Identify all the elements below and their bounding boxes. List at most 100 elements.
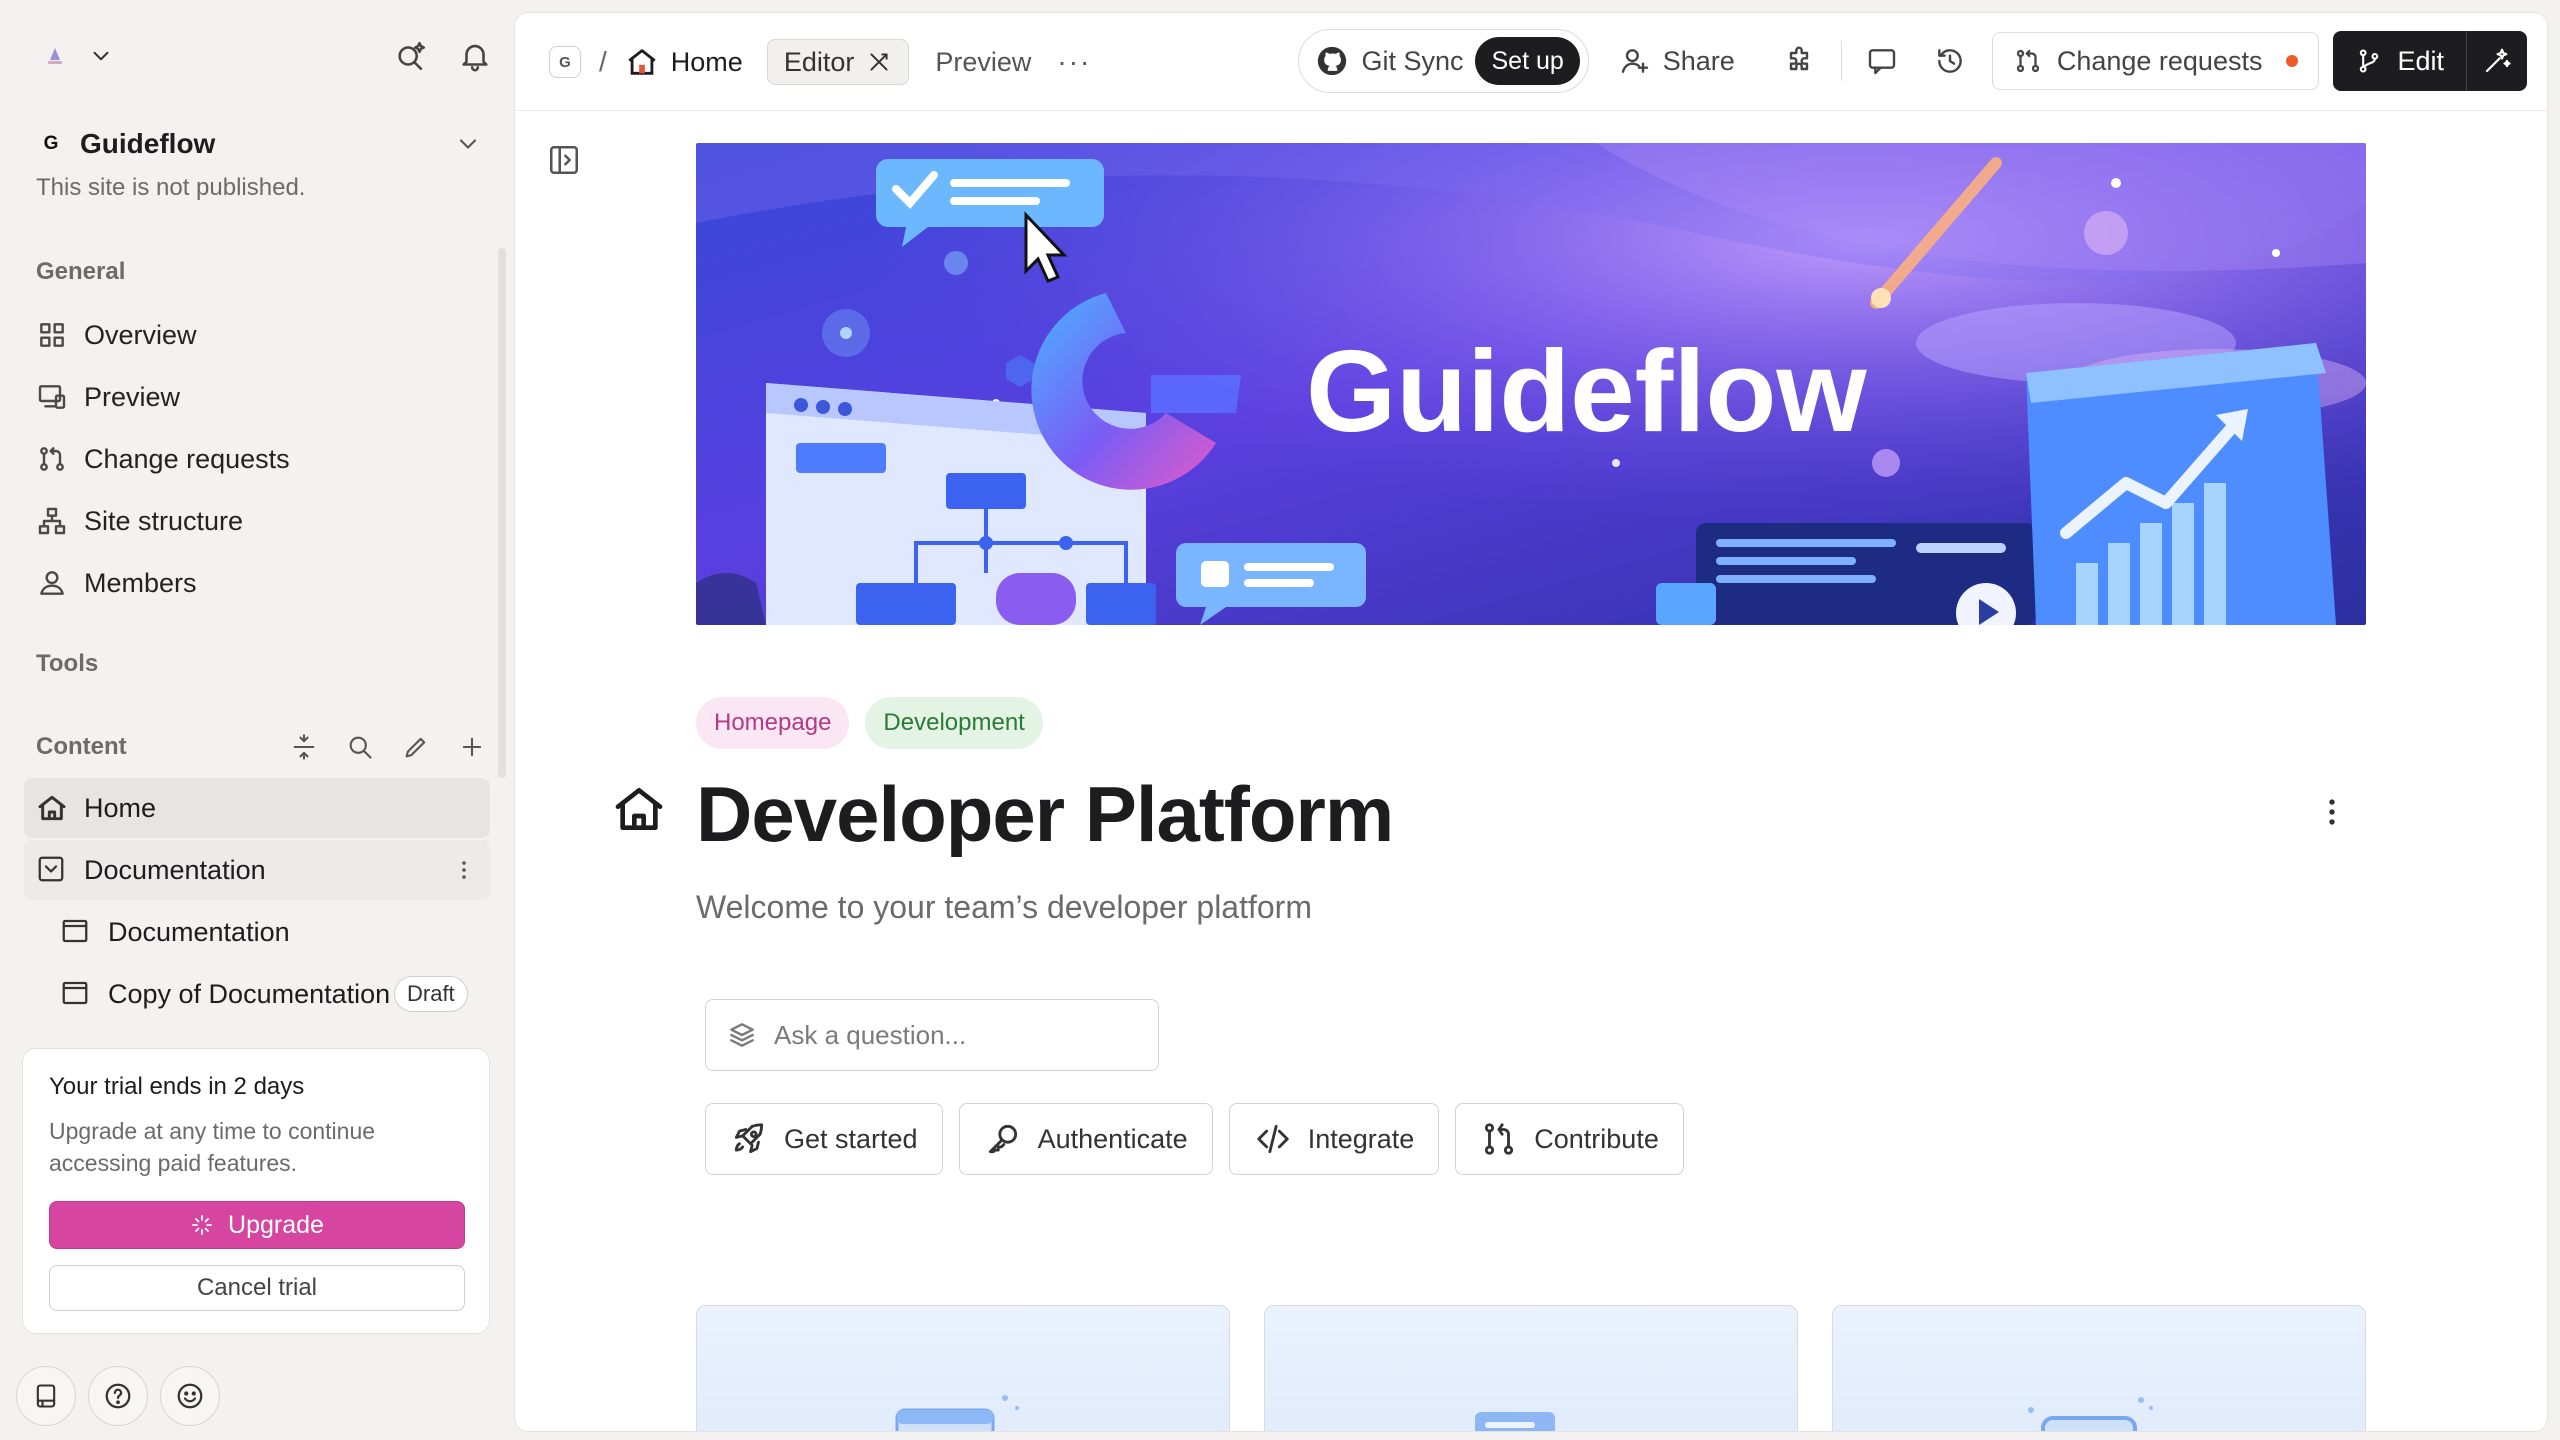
breadcrumb-home[interactable]: Home xyxy=(625,45,743,79)
quick-link-label: Integrate xyxy=(1307,1123,1415,1154)
edit-button[interactable]: Edit xyxy=(2333,31,2467,91)
branch-icon xyxy=(36,443,68,475)
rocket-icon xyxy=(730,1120,768,1158)
smiley-icon xyxy=(175,1381,205,1411)
tab-label: Editor xyxy=(783,46,855,77)
pencil-icon[interactable] xyxy=(402,733,430,761)
sitemap-icon xyxy=(36,505,68,537)
page-home-icon[interactable] xyxy=(611,781,667,837)
trial-card: Your trial ends in 2 days Upgrade at any… xyxy=(22,1048,490,1334)
contribute-button[interactable]: Contribute xyxy=(1455,1103,1684,1175)
sidebar-item-label: Site structure xyxy=(84,505,244,536)
feature-card[interactable] xyxy=(1832,1305,2366,1431)
ai-assistant-button[interactable] xyxy=(2467,31,2527,91)
tree-item-label: Documentation xyxy=(108,916,290,947)
docs-button[interactable] xyxy=(16,1366,76,1426)
monitor-icon xyxy=(36,381,68,413)
top-bar: G / Home Editor Preview ··· Git Sync Set… xyxy=(515,13,2547,111)
bell-icon[interactable] xyxy=(458,39,492,73)
sidebar-footer xyxy=(16,1366,220,1426)
section-label-tools[interactable]: Tools xyxy=(36,650,98,678)
sidebar-item-label: Overview xyxy=(84,319,197,350)
home-color-icon xyxy=(625,45,659,79)
more-vertical-icon[interactable] xyxy=(452,858,476,882)
quick-link-label: Authenticate xyxy=(1037,1123,1188,1154)
site-selector[interactable]: G Guideflow xyxy=(36,122,482,166)
ask-question-input[interactable]: Ask a question... xyxy=(705,999,1159,1071)
search-icon[interactable] xyxy=(346,733,374,761)
quick-link-label: Contribute xyxy=(1534,1123,1659,1154)
sidebar-item-change-requests[interactable]: Change requests xyxy=(36,428,486,490)
more-options-button[interactable]: ··· xyxy=(1057,46,1091,78)
cancel-trial-button[interactable]: Cancel trial xyxy=(49,1265,465,1311)
sidebar-scrollbar[interactable] xyxy=(498,248,506,778)
comments-icon[interactable] xyxy=(1866,45,1898,77)
upgrade-label: Upgrade xyxy=(228,1210,324,1239)
change-requests-button[interactable]: Change requests xyxy=(1991,32,2320,90)
sidebar: G Guideflow This site is not published. … xyxy=(0,0,510,1440)
integrations-puzzle-icon[interactable] xyxy=(1783,45,1815,77)
upgrade-button[interactable]: Upgrade xyxy=(49,1201,465,1249)
feature-card[interactable] xyxy=(696,1305,1230,1431)
share-label: Share xyxy=(1662,45,1735,76)
section-label-general: General xyxy=(36,258,126,285)
book-icon xyxy=(32,1382,60,1410)
tree-group-documentation[interactable]: Documentation xyxy=(24,840,490,900)
browser-illustration-icon xyxy=(887,1390,1027,1431)
browser-window-icon xyxy=(60,916,92,948)
page-title[interactable]: Developer Platform xyxy=(696,769,1394,860)
share-button[interactable]: Share xyxy=(1619,45,1735,77)
authenticate-button[interactable]: Authenticate xyxy=(958,1103,1213,1175)
pull-request-icon xyxy=(1480,1120,1518,1158)
tree-item-home[interactable]: Home xyxy=(24,778,490,838)
integrate-button[interactable]: Integrate xyxy=(1228,1103,1440,1175)
magic-wand-icon xyxy=(2482,46,2512,76)
ai-layers-icon xyxy=(726,1019,758,1051)
collapse-all-icon[interactable] xyxy=(290,733,318,761)
toggle-sidebar-icon[interactable] xyxy=(547,143,581,177)
tree-item-label: Copy of Documentation xyxy=(108,978,391,1009)
site-name: Guideflow xyxy=(80,128,216,159)
history-icon[interactable] xyxy=(1934,45,1966,77)
sidebar-item-overview[interactable]: Overview xyxy=(36,304,486,366)
tree-item-documentation[interactable]: Documentation xyxy=(48,902,490,962)
sidebar-item-preview[interactable]: Preview xyxy=(36,366,486,428)
tree-item-copy-of-documentation[interactable]: Copy of Documentation xyxy=(48,964,394,1024)
page-subtitle[interactable]: Welcome to your team’s developer platfor… xyxy=(696,889,1312,926)
org-switcher-avatar[interactable] xyxy=(36,37,74,75)
feature-card[interactable] xyxy=(1264,1305,1798,1431)
tab-preview[interactable]: Preview xyxy=(935,47,1031,78)
cover-logo-text: Guideflow xyxy=(1306,326,1867,456)
feature-cards xyxy=(696,1305,2366,1431)
chevron-down-icon[interactable] xyxy=(88,43,114,69)
ask-placeholder: Ask a question... xyxy=(774,1019,967,1050)
page-options-icon[interactable] xyxy=(2315,795,2349,829)
browser-window-icon xyxy=(60,978,92,1010)
sidebar-nav: Overview Preview Change requests Site st… xyxy=(36,304,486,614)
toolbar-divider xyxy=(1840,41,1842,81)
tag-development[interactable]: Development xyxy=(865,697,1043,749)
git-sync-setup-button[interactable]: Set up xyxy=(1475,37,1580,85)
home-icon xyxy=(36,792,68,824)
add-user-icon xyxy=(1619,45,1651,77)
breadcrumb-label: Home xyxy=(670,46,743,77)
github-icon xyxy=(1315,44,1349,78)
document-illustration-icon xyxy=(1455,1390,1595,1431)
sidebar-item-members[interactable]: Members xyxy=(36,552,486,614)
sidebar-item-label: Change requests xyxy=(84,443,290,474)
get-started-button[interactable]: Get started xyxy=(705,1103,943,1175)
help-button[interactable] xyxy=(88,1366,148,1426)
git-sync-label: Git Sync xyxy=(1361,45,1464,76)
ai-search-icon[interactable] xyxy=(394,39,428,73)
space-icon[interactable]: G xyxy=(549,46,581,78)
sidebar-item-label: Members xyxy=(84,567,197,598)
section-label-content: Content xyxy=(36,733,127,760)
feedback-button[interactable] xyxy=(160,1366,220,1426)
sidebar-item-site-structure[interactable]: Site structure xyxy=(36,490,486,552)
collapse-group-icon[interactable] xyxy=(36,854,68,886)
git-sync-control[interactable]: Git Sync Set up xyxy=(1298,29,1589,93)
tab-editor[interactable]: Editor xyxy=(766,39,910,85)
tag-homepage[interactable]: Homepage xyxy=(696,697,850,749)
chevron-down-icon[interactable] xyxy=(454,130,482,158)
plus-icon[interactable] xyxy=(458,733,486,761)
